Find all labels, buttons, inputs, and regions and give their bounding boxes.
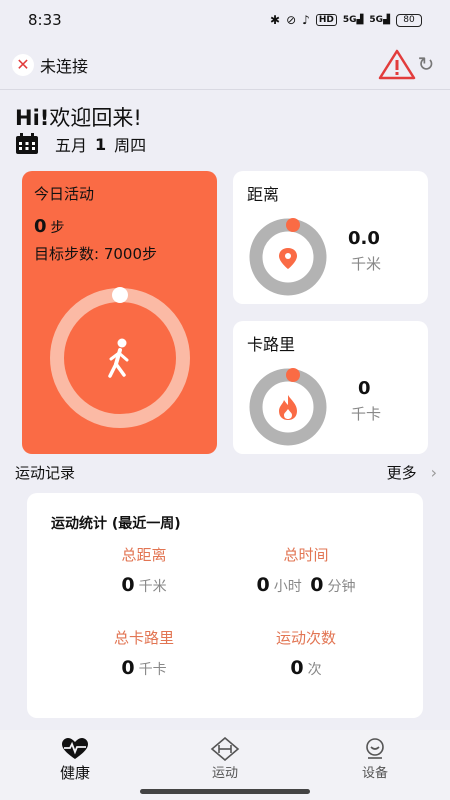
greeting: Hi!欢迎回来! — [15, 102, 142, 132]
total-time-value: 0 小时 0 分钟 — [256, 574, 356, 596]
total-time-label: 总时间 — [283, 546, 329, 564]
calories-card[interactable]: 卡路里 0 千卡 — [233, 321, 428, 454]
date-day: 1 — [95, 134, 107, 154]
activity-ring-track — [50, 288, 190, 428]
calendar-icon — [16, 133, 38, 154]
status-time: 8:33 — [28, 11, 62, 29]
home-indicator[interactable] — [140, 789, 310, 794]
more-label: 更多 — [386, 464, 417, 482]
chevron-right-icon: › — [430, 463, 437, 482]
activity-ring-indicator — [112, 287, 128, 303]
distance-value: 0.0 — [348, 228, 380, 249]
section-header: 运动记录 更多 › — [15, 462, 437, 483]
nav-health[interactable]: 健康 — [25, 736, 125, 783]
activity-steps: 0步 — [34, 216, 205, 237]
signal-icon-1: 5G▟ — [342, 15, 364, 25]
disconnected-icon[interactable]: ✕ — [12, 53, 34, 76]
top-bar: ✕ 未连接 ↻ — [0, 40, 450, 90]
distance-ring-indicator — [286, 218, 300, 232]
calories-ring-indicator — [286, 368, 300, 382]
status-icons: ✱ ⊘ ♪ HD 5G▟ 5G▟ 80 — [270, 13, 422, 27]
greeting-text: 欢迎回来! — [49, 106, 142, 130]
calories-value: 0 — [358, 378, 371, 399]
total-distance-label: 总距离 — [121, 546, 167, 564]
walking-icon — [108, 338, 129, 378]
hd-icon: HD — [315, 14, 337, 26]
activity-goal: 目标步数: 7000步 — [34, 245, 157, 263]
nav-health-label: 健康 — [59, 764, 90, 782]
nav-sport[interactable]: 运动 — [175, 736, 275, 781]
refresh-icon[interactable]: ↻ — [414, 52, 438, 76]
activity-card[interactable]: 今日活动 0步 目标步数: 7000步 — [22, 171, 217, 454]
activity-ring — [50, 287, 190, 428]
steps-value: 0 — [34, 216, 47, 237]
device-icon — [362, 736, 388, 762]
stats-card: 运动统计 (最近一周) 总距离 0 千米 总时间 0 小时 0 分钟 总卡路里 0 千卡… — [27, 493, 423, 718]
heart-pulse-icon — [61, 736, 89, 762]
dumbbell-icon — [210, 736, 240, 762]
calories-ring — [249, 368, 327, 446]
total-calories-label: 总卡路里 — [113, 629, 174, 647]
warning-icon[interactable] — [378, 48, 416, 80]
steps-unit: 步 — [50, 220, 65, 236]
connection-status[interactable]: 未连接 — [40, 53, 88, 77]
more-link[interactable]: 更多 › — [387, 462, 437, 483]
greeting-hi: Hi! — [15, 106, 50, 130]
stats-title: 运动统计 (最近一周) — [51, 516, 181, 532]
date-row: 五月 1 周四 — [15, 132, 146, 156]
workout-count-value: 0次 — [290, 657, 322, 679]
distance-card[interactable]: 距离 0.0 千米 — [233, 171, 428, 304]
total-calories-value: 0 千卡 — [121, 657, 167, 679]
distance-title: 距离 — [247, 185, 280, 204]
date-weekday: 周四 — [114, 136, 147, 155]
status-bar: 8:33 ✱ ⊘ ♪ HD 5G▟ 5G▟ 80 — [0, 0, 450, 40]
distance-ring — [249, 218, 327, 296]
nav-device[interactable]: 设备 — [325, 736, 425, 781]
distance-unit: 千米 — [351, 255, 382, 273]
activity-title: 今日活动 — [34, 185, 95, 203]
link-icon: ⊘ — [286, 13, 297, 27]
date-month: 五月 — [55, 136, 88, 155]
bluetooth-icon: ✱ — [270, 13, 281, 27]
signal-icon-2: 5G▟ — [369, 15, 390, 25]
battery-icon: 80 — [396, 13, 422, 27]
mute-bell-icon: ♪ — [302, 13, 310, 27]
nav-sport-label: 运动 — [211, 766, 238, 781]
nav-device-label: 设备 — [361, 766, 388, 781]
workout-count-label: 运动次数 — [275, 629, 336, 647]
section-title: 运动记录 — [15, 464, 76, 482]
calories-title: 卡路里 — [247, 335, 296, 354]
calories-unit: 千卡 — [351, 405, 382, 423]
total-distance-value: 0 千米 — [121, 574, 167, 596]
